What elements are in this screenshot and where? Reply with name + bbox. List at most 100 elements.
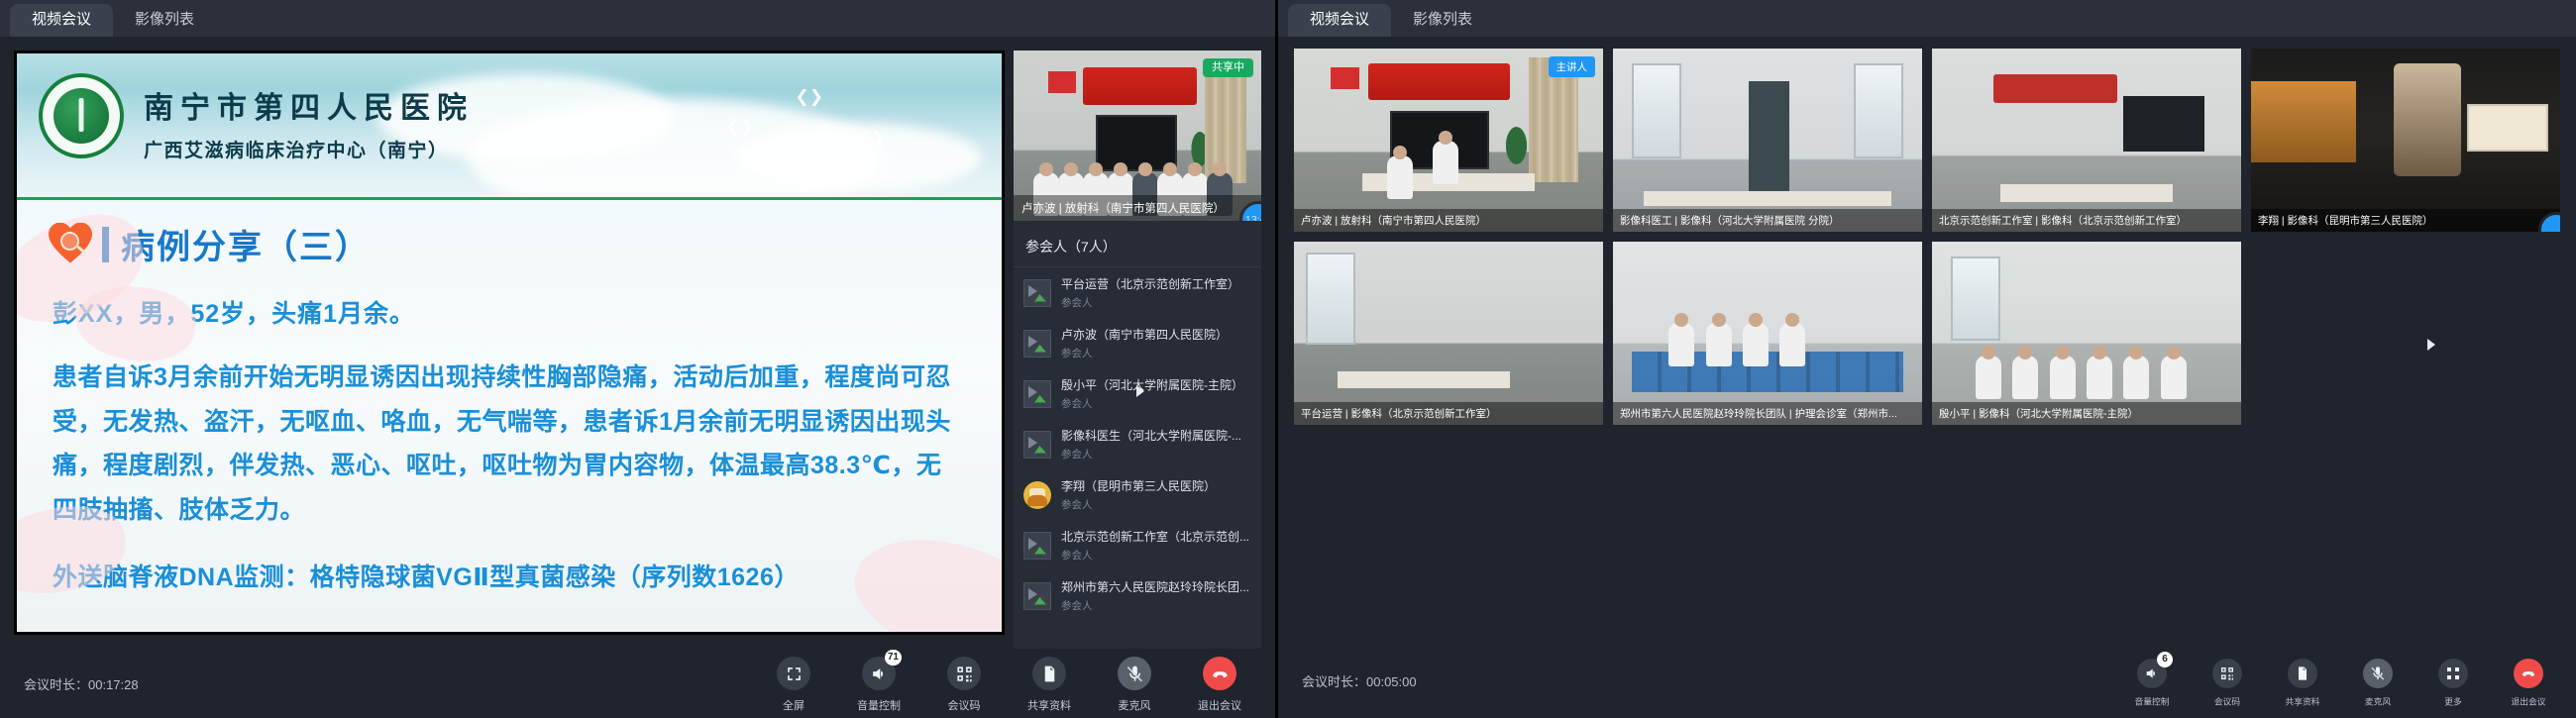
bird-icon: ❮❯ [725, 117, 755, 136]
tile-label: 北京示范创新工作室 | 影像科（北京示范创新工作室） [1932, 209, 2241, 232]
more-button[interactable]: 更多 [2427, 659, 2479, 708]
right-meeting-panel: 视频会议 影像列表 主讲人 卢亦波 | 放射科（南宁市第四人民医院） 影像科医工… [1278, 0, 2576, 718]
left-bottom-bar: 会议时长：00:17:28 全屏 71 音量控制 会议码 共享资料 麦克风 退出… [0, 649, 1275, 718]
presenter-badge: 主讲人 [1548, 56, 1595, 77]
image-placeholder-icon [1023, 581, 1051, 610]
fullscreen-label: 全屏 [783, 700, 805, 712]
lab-result-line: 外送脑脊液DNA监测：格特隐球菌VGⅡ型真菌感染（序列数1626） [53, 564, 800, 591]
tile-label: 影像科医工 | 影像科（河北大学附属医院 分院） [1613, 209, 1922, 232]
mic-off-icon [2371, 667, 2385, 680]
attendee-name: 李翔（昆明市第三人民医院） [1061, 479, 1217, 493]
list-item[interactable]: 北京示范创新工作室（北京示范创... 参会人 [1014, 520, 1261, 570]
left-toolbar: 全屏 71 音量控制 会议码 共享资料 麦克风 退出会议 [764, 650, 1249, 713]
volume-label: 音量控制 [857, 700, 901, 712]
tab-image-list[interactable]: 影像列表 [113, 4, 216, 37]
attendees-list[interactable]: 平台运营（北京示范创新工作室） 参会人 卢亦波（南宁市第四人民医院） 参会人 殷… [1014, 267, 1261, 646]
mouse-cursor [2427, 339, 2435, 351]
volume-label: 音量控制 [2134, 697, 2170, 708]
hospital-subtitle: 广西艾滋病临床治疗中心（南宁） [144, 141, 449, 161]
mouse-cursor [1136, 385, 1144, 397]
volume-icon [872, 667, 883, 679]
slide-title: 病例分享（三） [121, 229, 371, 266]
leave-meeting-label: 退出会议 [2511, 697, 2546, 708]
video-tile[interactable]: 李翔 | 影像科（昆明市第三人民医院） [2251, 49, 2560, 232]
tile-label: 平台运营 | 影像科（北京示范创新工作室） [1294, 402, 1603, 425]
video-grid-body: 主讲人 卢亦波 | 放射科（南宁市第四人民医院） 影像科医工 | 影像科（河北大… [1278, 37, 2576, 718]
side-column: 共享中 卢亦波 | 放射科（南宁市第四人民医院） 13:45 参会人（7人） 平… [1014, 51, 1261, 649]
video-tile[interactable]: 北京示范创新工作室 | 影像科（北京示范创新工作室） [1932, 49, 2241, 232]
fullscreen-button[interactable]: 全屏 [764, 657, 823, 713]
attendee-role: 参会人 [1061, 600, 1093, 612]
volume-icon [2146, 668, 2155, 678]
hangup-icon [1212, 670, 1228, 677]
tab-video-conference[interactable]: 视频会议 [1288, 4, 1392, 37]
left-stage: ❮❯ ❮❯ ❮❯ 南宁市第四人民医院 广西艾滋病临床治疗中心（南宁） 病例分享（… [0, 37, 1275, 718]
list-item[interactable]: 李翔（昆明市第三人民医院） 参会人 [1014, 469, 1261, 520]
shared-slide-container[interactable]: ❮❯ ❮❯ ❮❯ 南宁市第四人民医院 广西艾滋病临床治疗中心（南宁） 病例分享（… [14, 51, 1005, 635]
presentation-slide: ❮❯ ❮❯ ❮❯ 南宁市第四人民医院 广西艾滋病临床治疗中心（南宁） 病例分享（… [17, 53, 1002, 632]
qrcode-icon [956, 666, 972, 681]
app-screen: 视频会议 影像列表 ❮❯ ❮❯ ❮❯ 南宁市第四人民医院 广西艾滋病临床治疗中心… [0, 0, 2576, 718]
case-history-paragraph: 患者自诉3月余前开始无明显诱因出现持续性胸部隐痛，活动后加重，程度尚可忍受，无发… [53, 363, 951, 524]
attendee-role: 参会人 [1061, 550, 1093, 562]
heart-magnifier-icon [49, 223, 92, 266]
hangup-icon [2522, 671, 2535, 677]
meeting-code-button[interactable]: 会议码 [2201, 659, 2253, 708]
right-tabbar: 视频会议 影像列表 [1278, 0, 2576, 37]
left-tabbar: 视频会议 影像列表 [0, 0, 1275, 37]
meeting-code-label: 会议码 [2213, 697, 2241, 708]
microphone-button[interactable]: 麦克风 [1105, 657, 1164, 713]
share-material-button[interactable]: 共享资料 [1020, 657, 1079, 713]
attendees-header: 参会人（7人） [1014, 221, 1261, 267]
video-tile[interactable]: 平台运营 | 影像科（北京示范创新工作室） [1294, 242, 1603, 425]
meeting-duration: 会议时长：00:05:00 [1302, 674, 1417, 689]
volume-button[interactable]: 6 音量控制 [2126, 652, 2178, 708]
leave-meeting-label: 退出会议 [1198, 700, 1241, 712]
microphone-label: 麦克风 [2364, 697, 2392, 708]
slide-header-band: ❮❯ ❮❯ ❮❯ 南宁市第四人民医院 广西艾滋病临床治疗中心（南宁） [17, 53, 1002, 200]
share-material-button[interactable]: 共享资料 [2277, 659, 2328, 708]
video-tile[interactable]: 主讲人 卢亦波 | 放射科（南宁市第四人民医院） [1294, 49, 1603, 232]
attendee-name: 平台运营（北京示范创新工作室） [1061, 277, 1240, 291]
tab-image-list[interactable]: 影像列表 [1391, 4, 1494, 37]
attendee-role: 参会人 [1061, 499, 1093, 511]
qrcode-icon [2221, 667, 2233, 680]
tile-label: 郑州市第六人民医院赵玲玲院长团队 | 护理会诊室（郑州市... [1613, 402, 1922, 425]
hospital-name: 南宁市第四人民医院 [144, 92, 474, 125]
image-placeholder-icon [1023, 430, 1051, 459]
tile-label: 李翔 | 影像科（昆明市第三人民医院） [2251, 209, 2560, 232]
attendee-role: 参会人 [1061, 348, 1093, 359]
tab-video-conference[interactable]: 视频会议 [10, 4, 114, 37]
document-icon [2299, 667, 2307, 680]
image-placeholder-icon [1023, 278, 1051, 307]
attendee-name: 卢亦波（南宁市第四人民医院） [1061, 328, 1229, 342]
video-tile[interactable]: 影像科医工 | 影像科（河北大学附属医院 分院） [1613, 49, 1922, 232]
attendee-role: 参会人 [1061, 398, 1093, 410]
tile-label: 卢亦波 | 放射科（南宁市第四人民医院） [1294, 209, 1603, 232]
list-item[interactable]: 平台运营（北京示范创新工作室） 参会人 [1014, 267, 1261, 318]
hospital-name-block: 南宁市第四人民医院 广西艾滋病临床治疗中心（南宁） [144, 83, 474, 162]
attendee-role: 参会人 [1061, 449, 1093, 461]
list-item[interactable]: 卢亦波（南宁市第四人民医院） 参会人 [1014, 318, 1261, 368]
microphone-button[interactable]: 麦克风 [2352, 659, 2404, 708]
user-photo-avatar [1023, 480, 1051, 509]
volume-button[interactable]: 71 音量控制 [849, 650, 909, 713]
share-material-label: 共享资料 [1027, 700, 1071, 712]
leave-meeting-button[interactable]: 退出会议 [2503, 659, 2554, 708]
list-item[interactable]: 郑州市第六人民医院赵玲玲院长团... 参会人 [1014, 570, 1261, 621]
sharing-status-badge: 共享中 [1203, 58, 1253, 78]
video-tile[interactable]: 郑州市第六人民医院赵玲玲院长团队 | 护理会诊室（郑州市... [1613, 242, 1922, 425]
meeting-code-button[interactable]: 会议码 [934, 657, 994, 713]
slide-title-row: 病例分享（三） [49, 220, 1002, 268]
mic-off-icon [1127, 666, 1142, 681]
presenter-video-thumbnail[interactable]: 共享中 卢亦波 | 放射科（南宁市第四人民医院） 13:45 [1014, 51, 1261, 221]
tile-label: 殷小平 | 影像科（河北大学附属医院-主院） [1932, 402, 2241, 425]
bird-icon: ❮❯ [856, 129, 886, 148]
microphone-label: 麦克风 [1118, 700, 1151, 712]
attendee-name: 影像科医生（河北大学附属医院-... [1061, 429, 1241, 443]
list-item[interactable]: 影像科医生（河北大学附属医院-... 参会人 [1014, 419, 1261, 469]
video-tile[interactable]: 殷小平 | 影像科（河北大学附属医院-主院） [1932, 242, 2241, 425]
video-grid: 主讲人 卢亦波 | 放射科（南宁市第四人民医院） 影像科医工 | 影像科（河北大… [1294, 49, 2560, 425]
attendee-name: 郑州市第六人民医院赵玲玲院长团... [1061, 580, 1249, 594]
leave-meeting-button[interactable]: 退出会议 [1190, 657, 1249, 713]
